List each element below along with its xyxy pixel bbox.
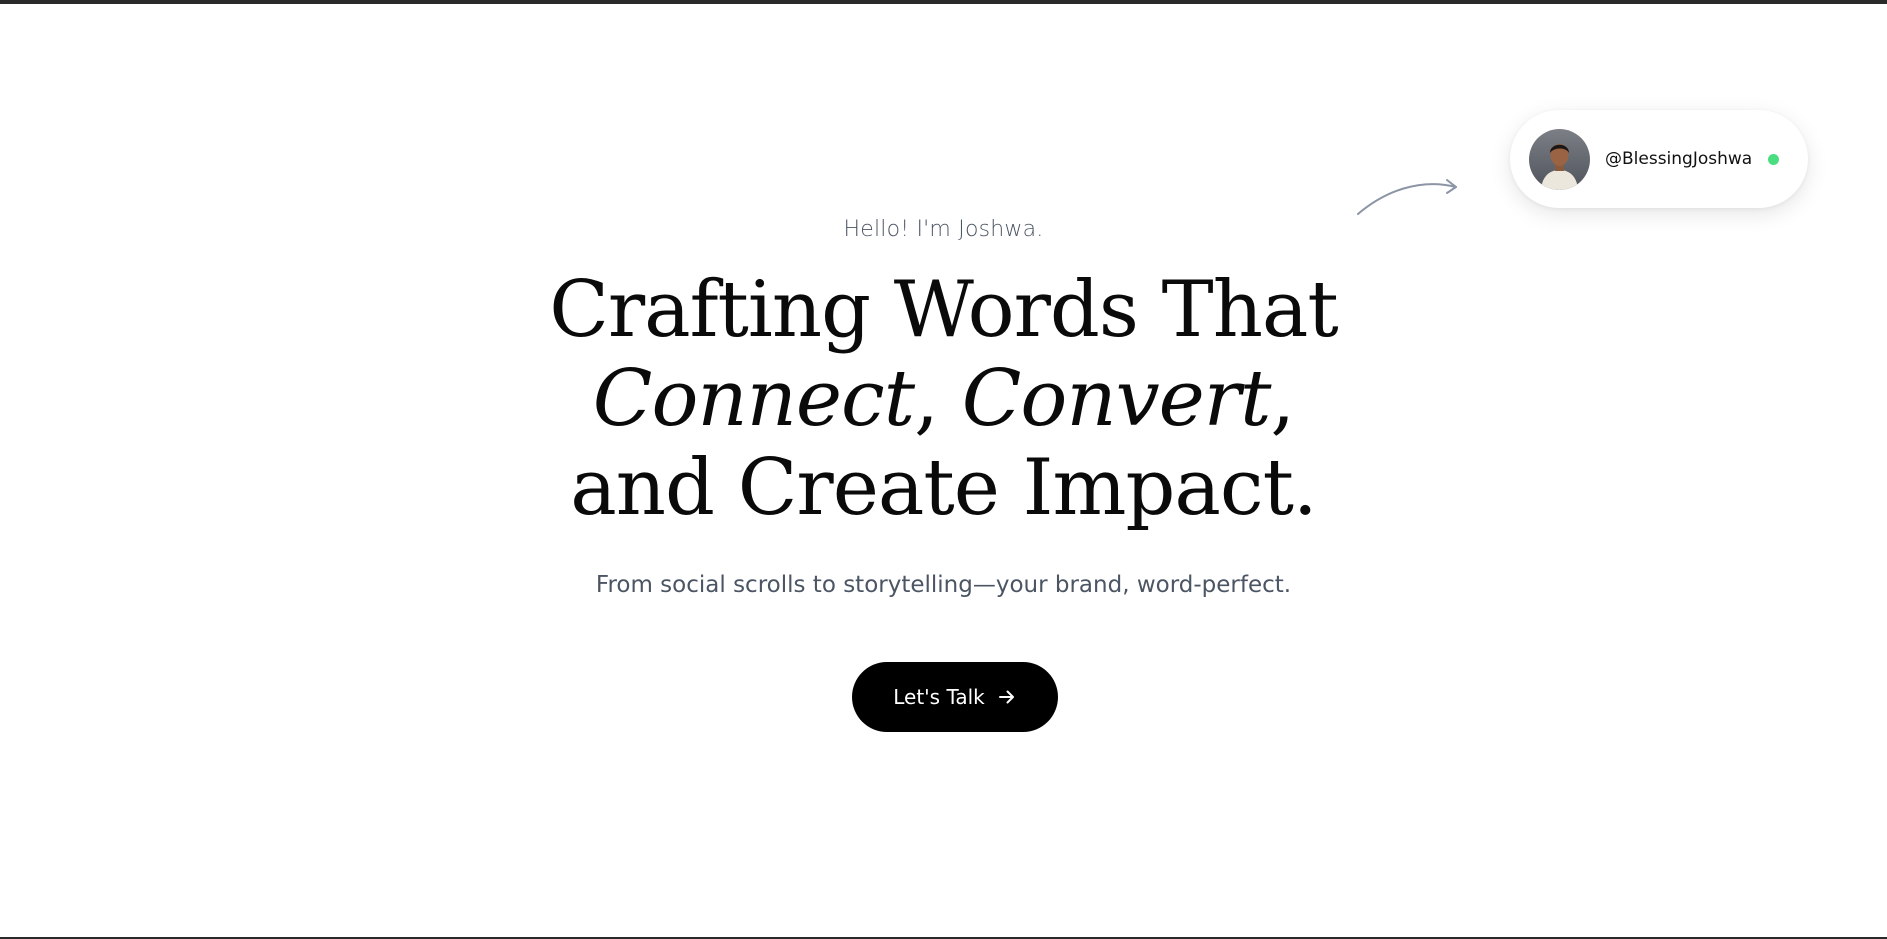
lets-talk-label: Let's Talk [893,685,985,709]
headline-line-2: Connect, Convert, [0,355,1887,444]
profile-handle: @BlessingJoshwa [1605,149,1753,169]
hero-headline: Crafting Words That Connect, Convert, an… [0,266,1887,533]
profile-card[interactable]: @BlessingJoshwa [1510,110,1808,208]
headline-word-convert: Convert [961,354,1272,444]
headline-line-3: and Create Impact. [570,443,1317,533]
headline-comma: , [1270,354,1295,444]
headline-separator: , [914,354,962,444]
curved-arrow-icon [1355,174,1470,224]
headline-line-1: Crafting Words That [549,265,1339,355]
avatar [1529,128,1590,190]
greeting-text: Hello! I'm Joshwa. [843,217,1044,242]
online-status-dot [1768,153,1780,165]
headline-word-connect: Connect [592,354,915,444]
page-frame: Hello! I'm Joshwa. Crafting Words That C… [0,0,1887,939]
hero-subtitle: From social scrolls to storytelling—your… [595,572,1292,598]
lets-talk-button[interactable]: Let's Talk [852,662,1058,732]
arrow-right-icon [997,687,1017,707]
